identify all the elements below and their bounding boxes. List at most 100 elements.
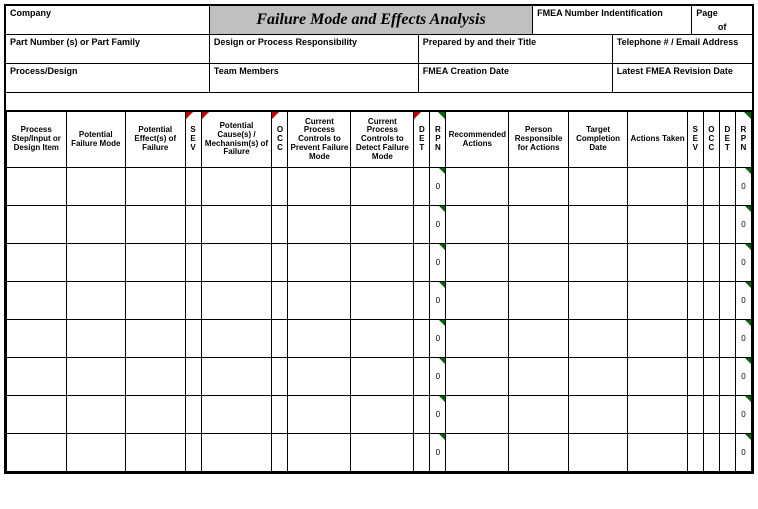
page-cell[interactable]: Page of [692,6,752,34]
cell[interactable] [414,320,430,358]
cell[interactable] [628,282,688,320]
cell[interactable] [568,244,628,282]
cell[interactable] [703,206,719,244]
cell[interactable] [126,358,186,396]
cell[interactable] [288,244,351,282]
cell[interactable] [703,244,719,282]
cell[interactable] [126,168,186,206]
prepared-by-cell[interactable]: Prepared by and their Title [419,35,613,63]
cell[interactable] [628,396,688,434]
cell[interactable] [7,244,67,282]
cell[interactable] [185,320,201,358]
cell[interactable] [414,396,430,434]
cell[interactable]: 0 [735,396,751,434]
telephone-cell[interactable]: Telephone # / Email Address [613,35,752,63]
cell[interactable]: 0 [735,168,751,206]
cell[interactable] [7,396,67,434]
cell[interactable]: 0 [430,206,446,244]
cell[interactable]: 0 [430,168,446,206]
cell[interactable] [288,434,351,472]
cell[interactable] [509,244,569,282]
cell[interactable] [351,206,414,244]
cell[interactable] [568,396,628,434]
cell[interactable] [272,206,288,244]
cell[interactable] [351,244,414,282]
cell[interactable] [66,434,126,472]
cell[interactable] [351,282,414,320]
cell[interactable] [687,168,703,206]
cell[interactable] [126,320,186,358]
cell[interactable] [185,358,201,396]
cell[interactable] [568,358,628,396]
cell[interactable] [628,320,688,358]
cell[interactable]: 0 [735,282,751,320]
cell[interactable] [201,282,272,320]
cell[interactable] [703,282,719,320]
team-members-cell[interactable]: Team Members [210,64,419,92]
cell[interactable]: 0 [430,434,446,472]
cell[interactable] [446,396,509,434]
cell[interactable] [509,434,569,472]
cell[interactable] [66,320,126,358]
cell[interactable]: 0 [430,282,446,320]
cell[interactable]: 0 [735,320,751,358]
cell[interactable] [719,320,735,358]
cell[interactable] [201,244,272,282]
cell[interactable] [446,168,509,206]
cell[interactable] [446,244,509,282]
cell[interactable] [509,320,569,358]
cell[interactable]: 0 [735,358,751,396]
cell[interactable] [414,244,430,282]
cell[interactable] [568,282,628,320]
cell[interactable] [628,206,688,244]
cell[interactable] [703,168,719,206]
revision-date-cell[interactable]: Latest FMEA Revision Date [613,64,752,92]
cell[interactable] [687,320,703,358]
cell[interactable] [201,320,272,358]
cell[interactable] [628,244,688,282]
cell[interactable] [687,358,703,396]
cell[interactable] [272,396,288,434]
cell[interactable] [66,168,126,206]
cell[interactable] [351,434,414,472]
cell[interactable] [628,168,688,206]
cell[interactable] [126,396,186,434]
cell[interactable] [509,206,569,244]
cell[interactable] [414,434,430,472]
cell[interactable] [719,282,735,320]
fmea-number-cell[interactable]: FMEA Number Indentification [533,6,692,34]
cell[interactable] [272,282,288,320]
cell[interactable] [703,396,719,434]
cell[interactable] [7,168,67,206]
cell[interactable] [201,206,272,244]
cell[interactable] [272,168,288,206]
company-cell[interactable]: Company [6,6,210,34]
cell[interactable] [126,244,186,282]
cell[interactable] [288,358,351,396]
cell[interactable] [687,396,703,434]
cell[interactable] [7,434,67,472]
cell[interactable] [7,320,67,358]
part-number-cell[interactable]: Part Number (s) or Part Family [6,35,210,63]
cell[interactable] [201,434,272,472]
cell[interactable] [687,206,703,244]
process-design-cell[interactable]: Process/Design [6,64,210,92]
cell[interactable] [568,320,628,358]
cell[interactable] [568,434,628,472]
cell[interactable]: 0 [735,434,751,472]
cell[interactable] [288,396,351,434]
cell[interactable] [446,320,509,358]
cell[interactable] [126,434,186,472]
cell[interactable] [351,320,414,358]
cell[interactable] [509,358,569,396]
cell[interactable] [272,358,288,396]
cell[interactable] [719,396,735,434]
cell[interactable] [414,206,430,244]
cell[interactable] [201,358,272,396]
cell[interactable] [126,282,186,320]
cell[interactable] [703,434,719,472]
cell[interactable] [288,320,351,358]
cell[interactable] [568,168,628,206]
cell[interactable] [201,168,272,206]
cell[interactable] [446,282,509,320]
